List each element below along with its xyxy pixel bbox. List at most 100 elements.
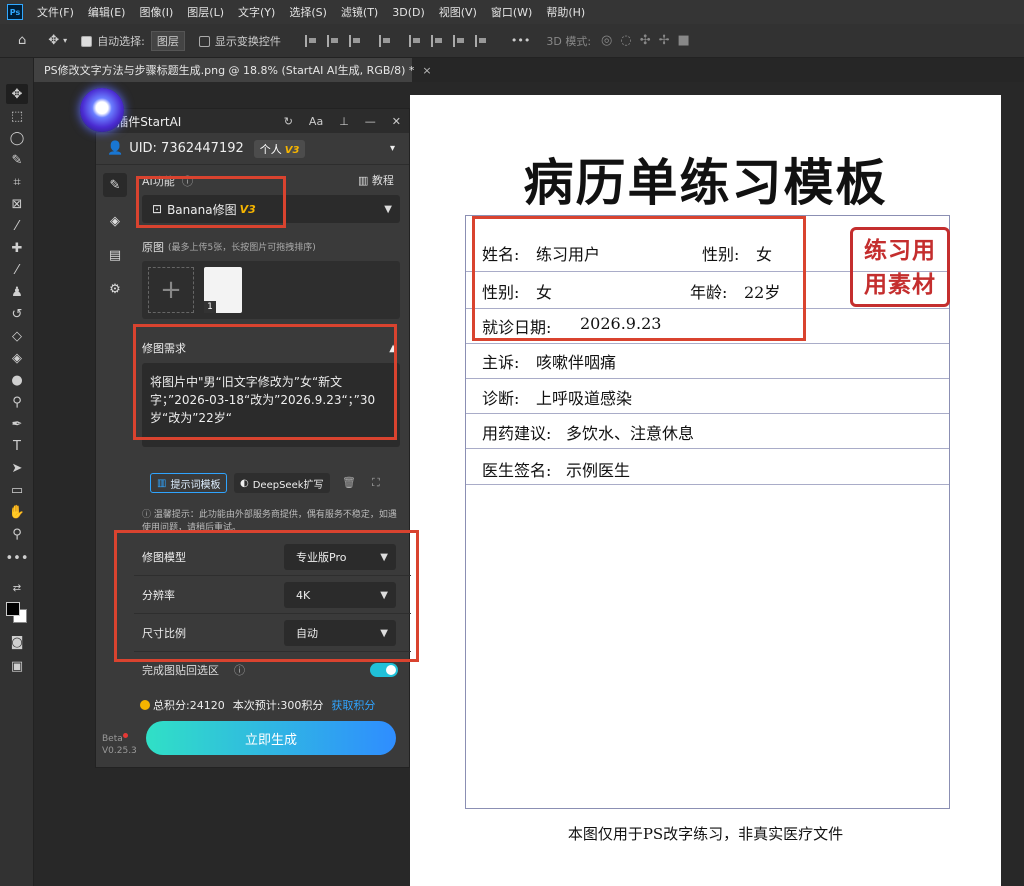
frame-tool-icon[interactable]: ⊠ [6, 194, 28, 214]
ratio-value: 自动 [296, 627, 318, 640]
move-tool-icon[interactable]: ✥ [6, 84, 28, 104]
show-transform-checkbox[interactable] [198, 34, 215, 47]
roll-3d-icon[interactable]: ◌ [620, 33, 631, 48]
quick-select-tool-icon[interactable]: ✎ [6, 150, 28, 170]
account-type-badge[interactable]: 个人 V3 [253, 139, 306, 158]
stamp-tool-icon[interactable]: ♟ [6, 282, 28, 302]
requirement-textarea[interactable]: 将图片中"男“旧文字修改为”女“新文字；”2026-03-18“改为”2026.… [142, 363, 400, 447]
distribute-icon[interactable] [378, 34, 391, 47]
menu-layer[interactable]: 图层(L) [187, 4, 224, 20]
requirement-header[interactable]: 修图需求 ▲ [134, 335, 411, 361]
hand-tool-icon[interactable]: ✋ [6, 502, 28, 522]
generate-button[interactable]: 立即生成 [146, 721, 396, 755]
prompt-template-label: 提示词模板 [170, 479, 221, 491]
thumbnail-index-badge: 1 [204, 301, 216, 313]
camera-3d-icon[interactable]: ■ [678, 33, 690, 48]
gender-label: 性别: [702, 245, 740, 264]
chevron-down-icon[interactable]: ▾ [63, 36, 67, 45]
home-icon[interactable]: ⌂ [18, 33, 26, 48]
close-icon[interactable]: ✕ [392, 115, 401, 128]
prompt-template-button[interactable]: ▥ 提示词模板 [150, 473, 228, 493]
document-canvas[interactable]: 病历单练习模板 姓名: 练习用户 性别: 女 性别: 女 年龄: 22岁 就诊日… [410, 95, 1001, 886]
settings-gear-icon[interactable]: ⚙ [103, 277, 127, 301]
clipboard-icon[interactable]: ▤ [103, 243, 127, 267]
distribute-vertical-icon[interactable] [474, 34, 487, 47]
eyedropper-tool-icon[interactable]: ⁄ [6, 216, 28, 236]
layers-icon[interactable]: ◈ [103, 209, 127, 233]
info-icon[interactable]: ⓘ [234, 662, 245, 678]
move-tool-icon[interactable]: ✥ [48, 33, 59, 48]
menu-type[interactable]: 文字(Y) [238, 4, 275, 20]
slide-3d-icon[interactable]: ✢ [659, 33, 670, 48]
chevron-down-icon[interactable]: ▾ [390, 143, 395, 154]
paint-bucket-tool-icon[interactable]: ◈ [6, 348, 28, 368]
eraser-tool-icon[interactable]: ◇ [6, 326, 28, 346]
screen-mode-icon[interactable]: ▣ [6, 656, 28, 676]
menu-image[interactable]: 图像(I) [139, 4, 173, 20]
version-badge: V3 [284, 144, 300, 156]
advice-label: 用药建议: [482, 424, 552, 443]
auto-select-target-select[interactable]: 图层 [150, 30, 185, 51]
type-tool-icon[interactable]: T [6, 436, 28, 456]
menu-select[interactable]: 选择(S) [289, 4, 327, 20]
minimize-icon[interactable]: — [365, 115, 376, 128]
foreground-color-swatch[interactable] [6, 602, 20, 616]
align-bottom-icon[interactable] [452, 34, 465, 47]
more-options-button[interactable]: ••• [511, 34, 530, 47]
pan-3d-icon[interactable]: ✣ [640, 33, 651, 48]
history-brush-tool-icon[interactable]: ↺ [6, 304, 28, 324]
menu-file[interactable]: 文件(F) [37, 4, 74, 20]
edit-pen-icon[interactable]: ✎ [103, 173, 127, 197]
deepseek-label: DeepSeek扩写 [252, 479, 324, 491]
menu-3d[interactable]: 3D(D) [392, 6, 425, 19]
feature-select[interactable]: ⊡ Banana修图 V3 ▼ [142, 195, 400, 223]
menu-edit[interactable]: 编辑(E) [88, 4, 126, 20]
brush-tool-icon[interactable]: ⁄ [6, 260, 28, 280]
align-right-icon[interactable] [348, 34, 361, 47]
menu-help[interactable]: 帮助(H) [546, 4, 585, 20]
crop-tool-icon[interactable]: ⌗ [6, 172, 28, 192]
zoom-tool-icon[interactable]: ⚲ [6, 524, 28, 544]
blur-tool-icon[interactable]: ● [6, 370, 28, 390]
marquee-tool-icon[interactable]: ⬚ [6, 106, 28, 126]
align-left-icon[interactable] [304, 34, 317, 47]
healing-tool-icon[interactable]: ✚ [6, 238, 28, 258]
lasso-tool-icon[interactable]: ◯ [6, 128, 28, 148]
expand-icon[interactable]: ⛶ [372, 476, 380, 490]
menu-view[interactable]: 视图(V) [439, 4, 477, 20]
tutorial-link[interactable]: ▥ 教程 [358, 172, 394, 188]
document-tab[interactable]: PS修改文字方法与步骤标题生成.png @ 18.8% (StartAI AI生… [34, 58, 432, 82]
pen-tool-icon[interactable]: ✒ [6, 414, 28, 434]
credits-estimate: 本次预计:300积分 [232, 699, 324, 712]
dodge-tool-icon[interactable]: ⚲ [6, 392, 28, 412]
menu-filter[interactable]: 滤镜(T) [341, 4, 378, 20]
auto-select-checkbox[interactable] [81, 34, 97, 47]
add-image-button[interactable]: + [148, 267, 194, 313]
startai-logo-icon[interactable] [80, 88, 124, 132]
plugin-main: AI功能 ⓘ ▥ 教程 ⊡ Banana修图 V3 ▼ 原图 (最多上传5张，长… [134, 165, 411, 769]
more-tools-icon[interactable]: ••• [6, 548, 29, 568]
refresh-icon[interactable]: ↻ [284, 115, 293, 128]
orbit-3d-icon[interactable]: ◎ [601, 33, 612, 48]
path-select-tool-icon[interactable]: ➤ [6, 458, 28, 478]
menu-window[interactable]: 窗口(W) [491, 4, 532, 20]
swap-colors-icon[interactable]: ⇄ [6, 578, 28, 598]
model-select[interactable]: 专业版Pro ▼ [284, 544, 396, 570]
shape-tool-icon[interactable]: ▭ [6, 480, 28, 500]
font-size-icon[interactable]: Aa [309, 115, 323, 128]
align-center-icon[interactable] [326, 34, 339, 47]
quick-mask-icon[interactable]: ◙ [6, 632, 28, 652]
get-credits-link[interactable]: 获取积分 [331, 697, 375, 713]
close-tab-icon[interactable]: × [422, 64, 431, 77]
ratio-select[interactable]: 自动 ▼ [284, 620, 396, 646]
align-top-icon[interactable] [408, 34, 421, 47]
info-icon[interactable]: ⓘ [182, 173, 193, 189]
align-middle-icon[interactable] [430, 34, 443, 47]
pin-icon[interactable]: ⊥ [339, 115, 349, 128]
delete-icon[interactable]: 🗑 [342, 476, 356, 489]
paste-back-toggle[interactable] [370, 663, 398, 677]
plugin-header: Ps插件StartAI ↻ Aa ⊥ — ✕ [96, 109, 409, 133]
deepseek-expand-button[interactable]: ◐ DeepSeek扩写 [234, 473, 330, 493]
resolution-select[interactable]: 4K ▼ [284, 582, 396, 608]
photoshop-logo-icon[interactable]: Ps [7, 4, 23, 20]
